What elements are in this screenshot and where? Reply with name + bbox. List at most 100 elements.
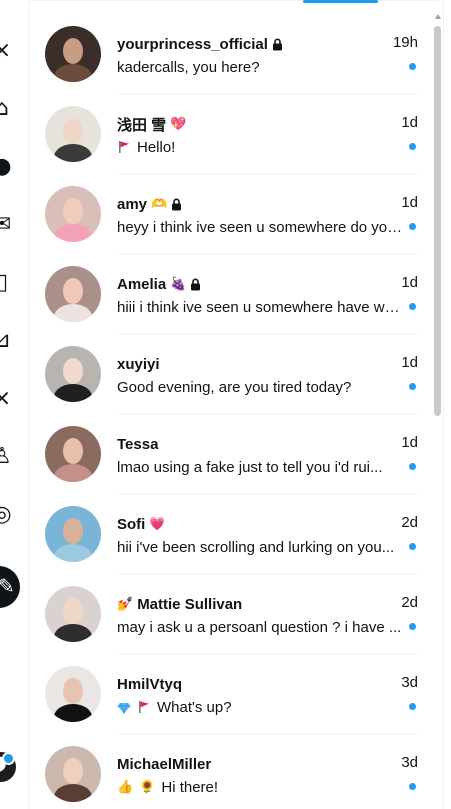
nav-icon-partial[interactable]: ▯ (0, 272, 12, 294)
avatar[interactable] (45, 746, 101, 802)
preview-line: hiii i think ive seen u somewhere have w… (117, 296, 404, 318)
lock-icon (272, 38, 283, 51)
nail-polish-emoji: 💅 (117, 596, 134, 612)
preview-line: may i ask u a persoanl question ? i have… (117, 616, 404, 638)
left-nav-rail: ⨯ ⌂ ● ✉ ▯ ⊿ ⨯ ♙ ◎ ✎ (0, 0, 29, 809)
name-line: Amelia 🍇 (117, 274, 374, 294)
timestamp: 1d (401, 194, 418, 211)
conversation-row[interactable]: Sofi 💗 2d hii i've been scrolling and lurki… (29, 494, 432, 574)
avatar[interactable] (45, 586, 101, 642)
post-button[interactable]: ✎ (0, 566, 20, 608)
nav-icon-partial[interactable]: ✉ (0, 214, 12, 236)
message-preview: may i ask u a persoanl question ? i have… (117, 618, 402, 636)
gem-icon (117, 701, 131, 716)
name-line: 💅 Mattie Sullivan (117, 594, 374, 614)
display-name: yourprincess_official (117, 35, 268, 53)
timestamp: 1d (401, 114, 418, 131)
lock-icon (171, 198, 182, 211)
name-line: xuyiyi (117, 354, 374, 374)
name-line: amy 🫶 (117, 194, 374, 214)
nav-icon-partial[interactable]: ⌂ (0, 98, 12, 120)
dm-panel: ⨯ ⌂ ● ✉ ▯ ⊿ ⨯ ♙ ◎ ✎ yourprincess_officia… (0, 0, 451, 809)
message-preview: hii i've been scrolling and lurking on y… (117, 538, 395, 556)
display-name: xuyiyi (117, 355, 160, 373)
preview-line: 👍 🌻 Hi there! (117, 776, 404, 798)
preview-line: What's up? (117, 696, 404, 718)
preview-line: Hello! (117, 136, 404, 158)
unread-indicator (409, 463, 416, 470)
scrollbar[interactable] (434, 14, 443, 809)
scroll-up-arrow-icon[interactable] (435, 14, 441, 19)
red-flag-icon (117, 140, 131, 154)
conversation-row[interactable]: xuyiyi 1d Good evening, are you tired toda… (29, 334, 432, 414)
conversation-row[interactable]: 浅田 雪 💖 1d Hello! (29, 94, 432, 174)
heart-emoji: 💗 (149, 516, 166, 532)
red-flag-icon (137, 700, 151, 714)
display-name: Sofi (117, 515, 146, 533)
message-preview: Hi there! (161, 778, 219, 796)
name-line: Sofi 💗 (117, 514, 374, 534)
unread-indicator (409, 783, 416, 790)
avatar[interactable] (45, 346, 101, 402)
sparkling-heart-emoji: 💖 (170, 116, 187, 132)
unread-indicator (409, 703, 416, 710)
avatar[interactable] (45, 186, 101, 242)
message-preview: Hello! (137, 138, 176, 156)
active-tab-indicator (303, 0, 378, 3)
conversation-row[interactable]: Amelia 🍇 1d hiii i think ive seen u somewhe… (29, 254, 432, 334)
conversation-row[interactable]: HmilVtyq 3d What's up? (29, 654, 432, 734)
name-line: MichaelMiller (117, 754, 374, 774)
name-line: 浅田 雪 💖 (117, 114, 374, 134)
avatar[interactable] (45, 506, 101, 562)
avatar[interactable] (45, 666, 101, 722)
conversation-row[interactable]: amy 🫶 1d heyy i think ive seen u somewhere … (29, 174, 432, 254)
display-name: Amelia (117, 275, 167, 293)
preview-line: hii i've been scrolling and lurking on y… (117, 536, 404, 558)
sunflower-icon: 🌻 (139, 779, 156, 795)
preview-line: lmao using a fake just to tell you i'd r… (117, 456, 404, 478)
unread-indicator (409, 623, 416, 630)
display-name: HmilVtyq (117, 675, 183, 693)
conversation-row[interactable]: Tessa 1d lmao using a fake just to tell yo… (29, 414, 432, 494)
message-preview: Good evening, are you tired today? (117, 378, 352, 396)
unread-indicator (409, 543, 416, 550)
avatar[interactable] (45, 26, 101, 82)
nav-icon-partial[interactable]: ● (0, 156, 12, 178)
nav-icon-partial[interactable]: ⨯ (0, 388, 12, 410)
grape-emoji: 🍇 (170, 276, 187, 292)
nav-icon-partial[interactable]: ⊿ (0, 330, 12, 352)
display-name: MichaelMiller (117, 755, 212, 773)
nav-icon-partial[interactable]: ♙ (0, 446, 12, 468)
display-name: Tessa (117, 435, 159, 453)
unread-indicator (409, 303, 416, 310)
message-preview: What's up? (157, 698, 232, 716)
name-line: yourprincess_official (117, 34, 374, 54)
preview-line: kadercalls, you here? (117, 56, 404, 78)
message-preview: hiii i think ive seen u somewhere have w… (117, 298, 404, 316)
account-notification-dot (2, 752, 15, 765)
heart-hands-emoji: 🫶 (151, 196, 168, 212)
lock-icon (190, 278, 201, 291)
nav-icon-partial[interactable]: ◎ (0, 504, 12, 526)
conversation-row[interactable]: yourprincess_official 19h kadercalls, you … (29, 14, 432, 94)
timestamp: 3d (401, 754, 418, 771)
timestamp: 2d (401, 514, 418, 531)
conversation-row[interactable]: MichaelMiller 3d 👍 🌻 Hi there! (29, 734, 432, 809)
panel-edge (443, 0, 451, 809)
preview-line: heyy i think ive seen u somewhere do you… (117, 216, 404, 238)
timestamp: 19h (392, 34, 418, 51)
avatar[interactable] (45, 106, 101, 162)
conversation-row[interactable]: 💅 Mattie Sullivan 2d may i ask u a persoanl… (29, 574, 432, 654)
timestamp: 1d (401, 354, 418, 371)
avatar[interactable] (45, 266, 101, 322)
display-name: 浅田 雪 (117, 116, 167, 134)
display-name: amy (117, 195, 148, 213)
unread-indicator (409, 63, 416, 70)
name-line: Tessa (117, 434, 374, 454)
conversation-list: yourprincess_official 19h kadercalls, you … (29, 14, 432, 809)
avatar[interactable] (45, 426, 101, 482)
message-preview: lmao using a fake just to tell you i'd r… (117, 458, 383, 476)
preview-line: Good evening, are you tired today? (117, 376, 404, 398)
nav-icon-partial[interactable]: ⨯ (0, 40, 12, 62)
scrollbar-thumb[interactable] (434, 26, 441, 416)
